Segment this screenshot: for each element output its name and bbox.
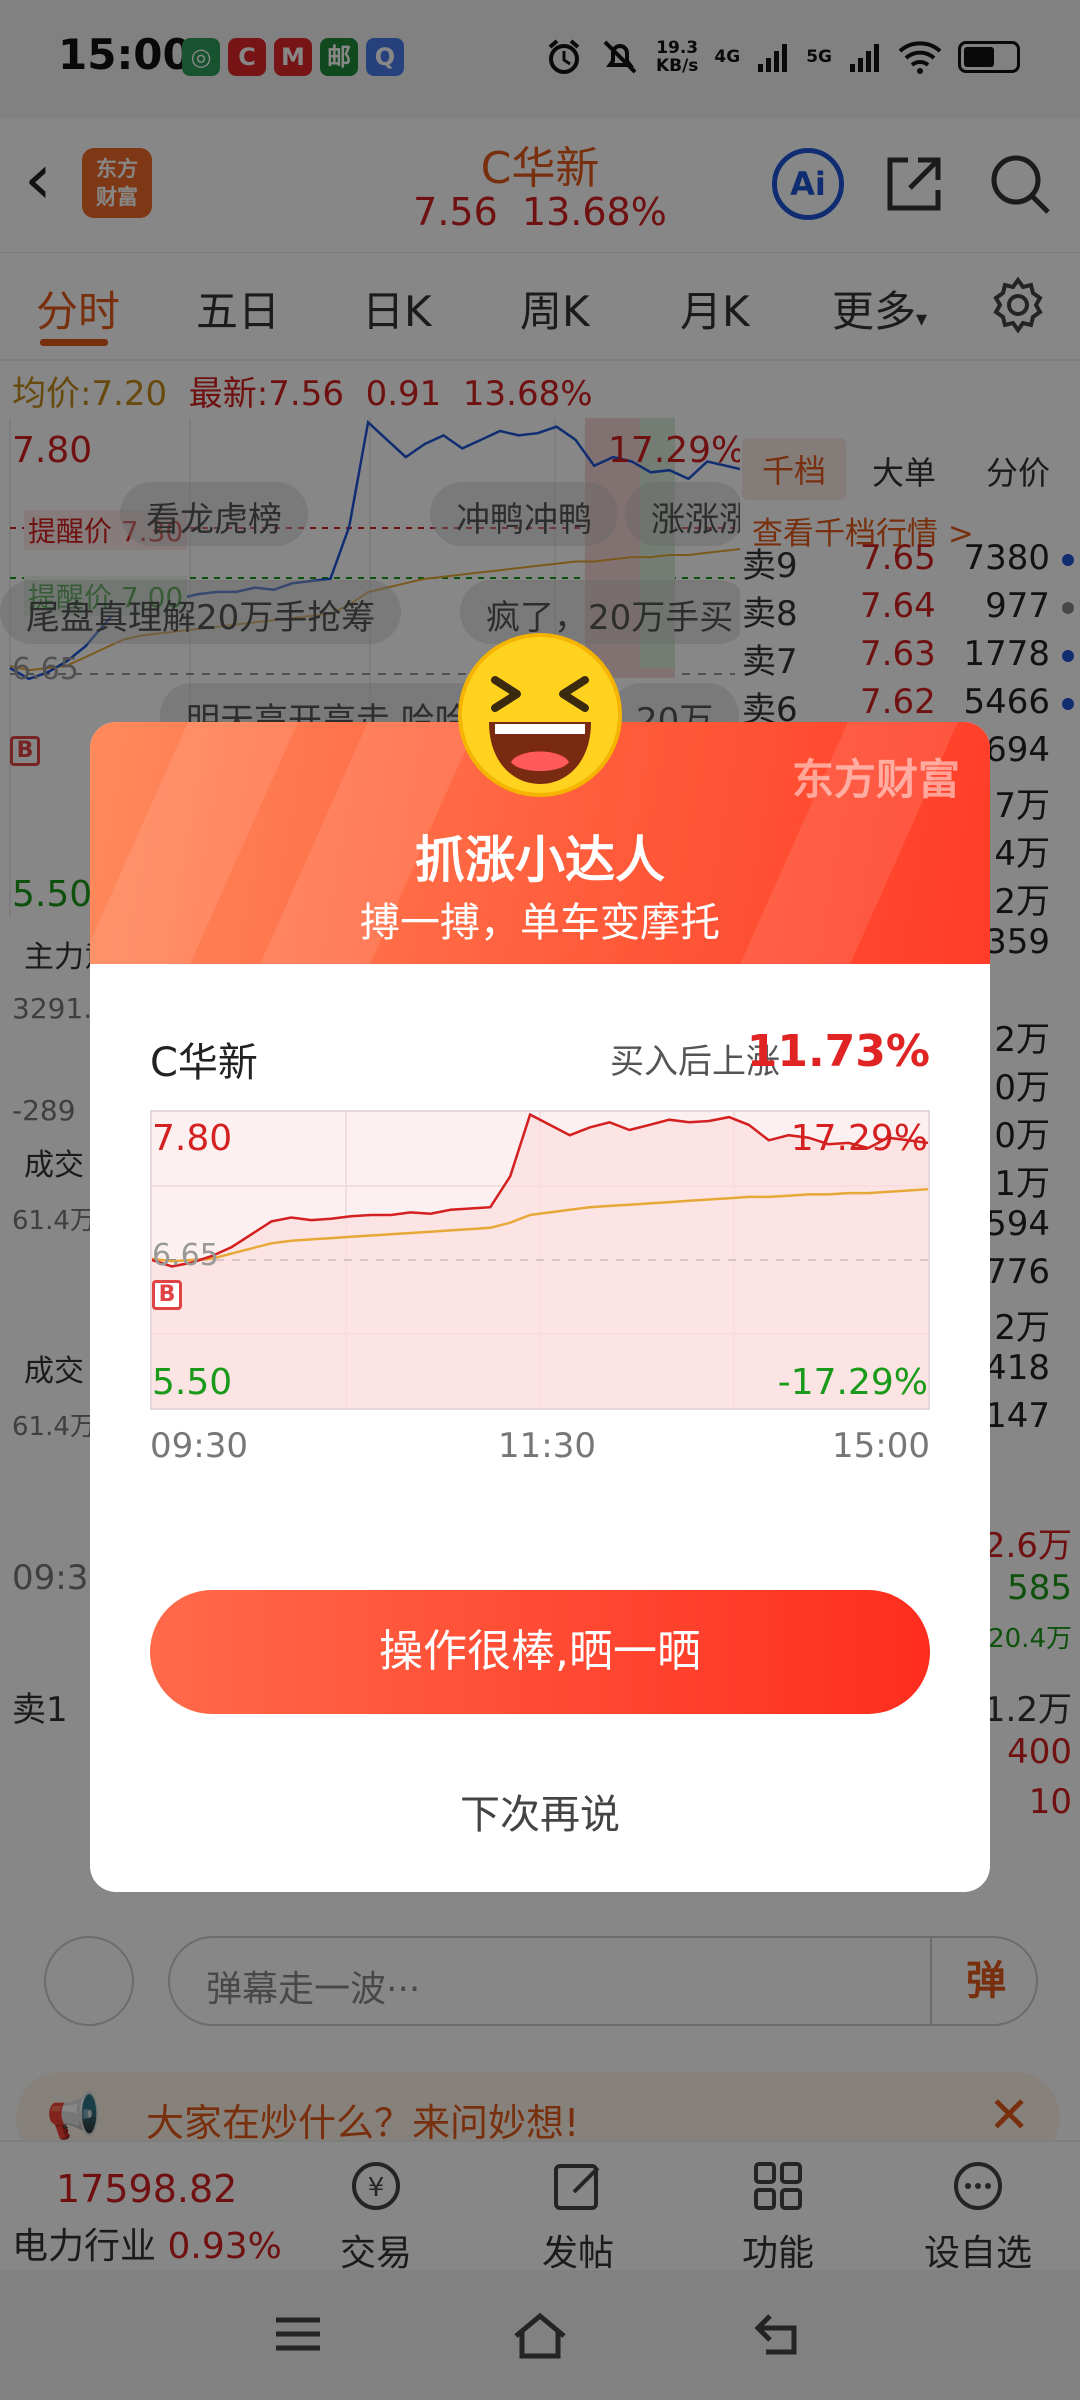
achievement-dialog: 东方财富 抓涨小达人 搏一搏，单车变摩托 C华新 买入后上涨 11.73% 7.… <box>90 633 990 1892</box>
mini-top-price: 7.80 <box>152 1118 233 1159</box>
rise-value: 11.73% <box>746 1026 930 1077</box>
dialog-subtitle: 搏一搏，单车变摩托 <box>360 900 720 946</box>
mini-time-end: 15:00 <box>832 1426 930 1466</box>
mini-time-start: 09:30 <box>150 1426 248 1466</box>
dialog-title: 抓涨小达人 <box>415 831 665 889</box>
later-button[interactable]: 下次再说 <box>90 1782 990 1840</box>
mini-time-mid: 11:30 <box>498 1426 596 1466</box>
mini-low-price: 5.50 <box>152 1362 233 1403</box>
mini-buy-marker: B <box>152 1280 182 1310</box>
mini-intraday-chart: 7.80 17.29% 6.65 B 5.50 -17.29% <box>150 1110 930 1410</box>
mini-ref-price: 6.65 <box>152 1238 219 1273</box>
mini-top-pct: 17.29% <box>790 1118 928 1159</box>
share-button[interactable]: 操作很棒,晒一晒 <box>150 1590 930 1714</box>
laughing-emoji-icon <box>458 633 622 797</box>
dialog-stock-name: C华新 <box>150 1040 258 1086</box>
mini-low-pct: -17.29% <box>777 1362 928 1403</box>
brand-watermark: 东方财富 <box>791 755 960 804</box>
